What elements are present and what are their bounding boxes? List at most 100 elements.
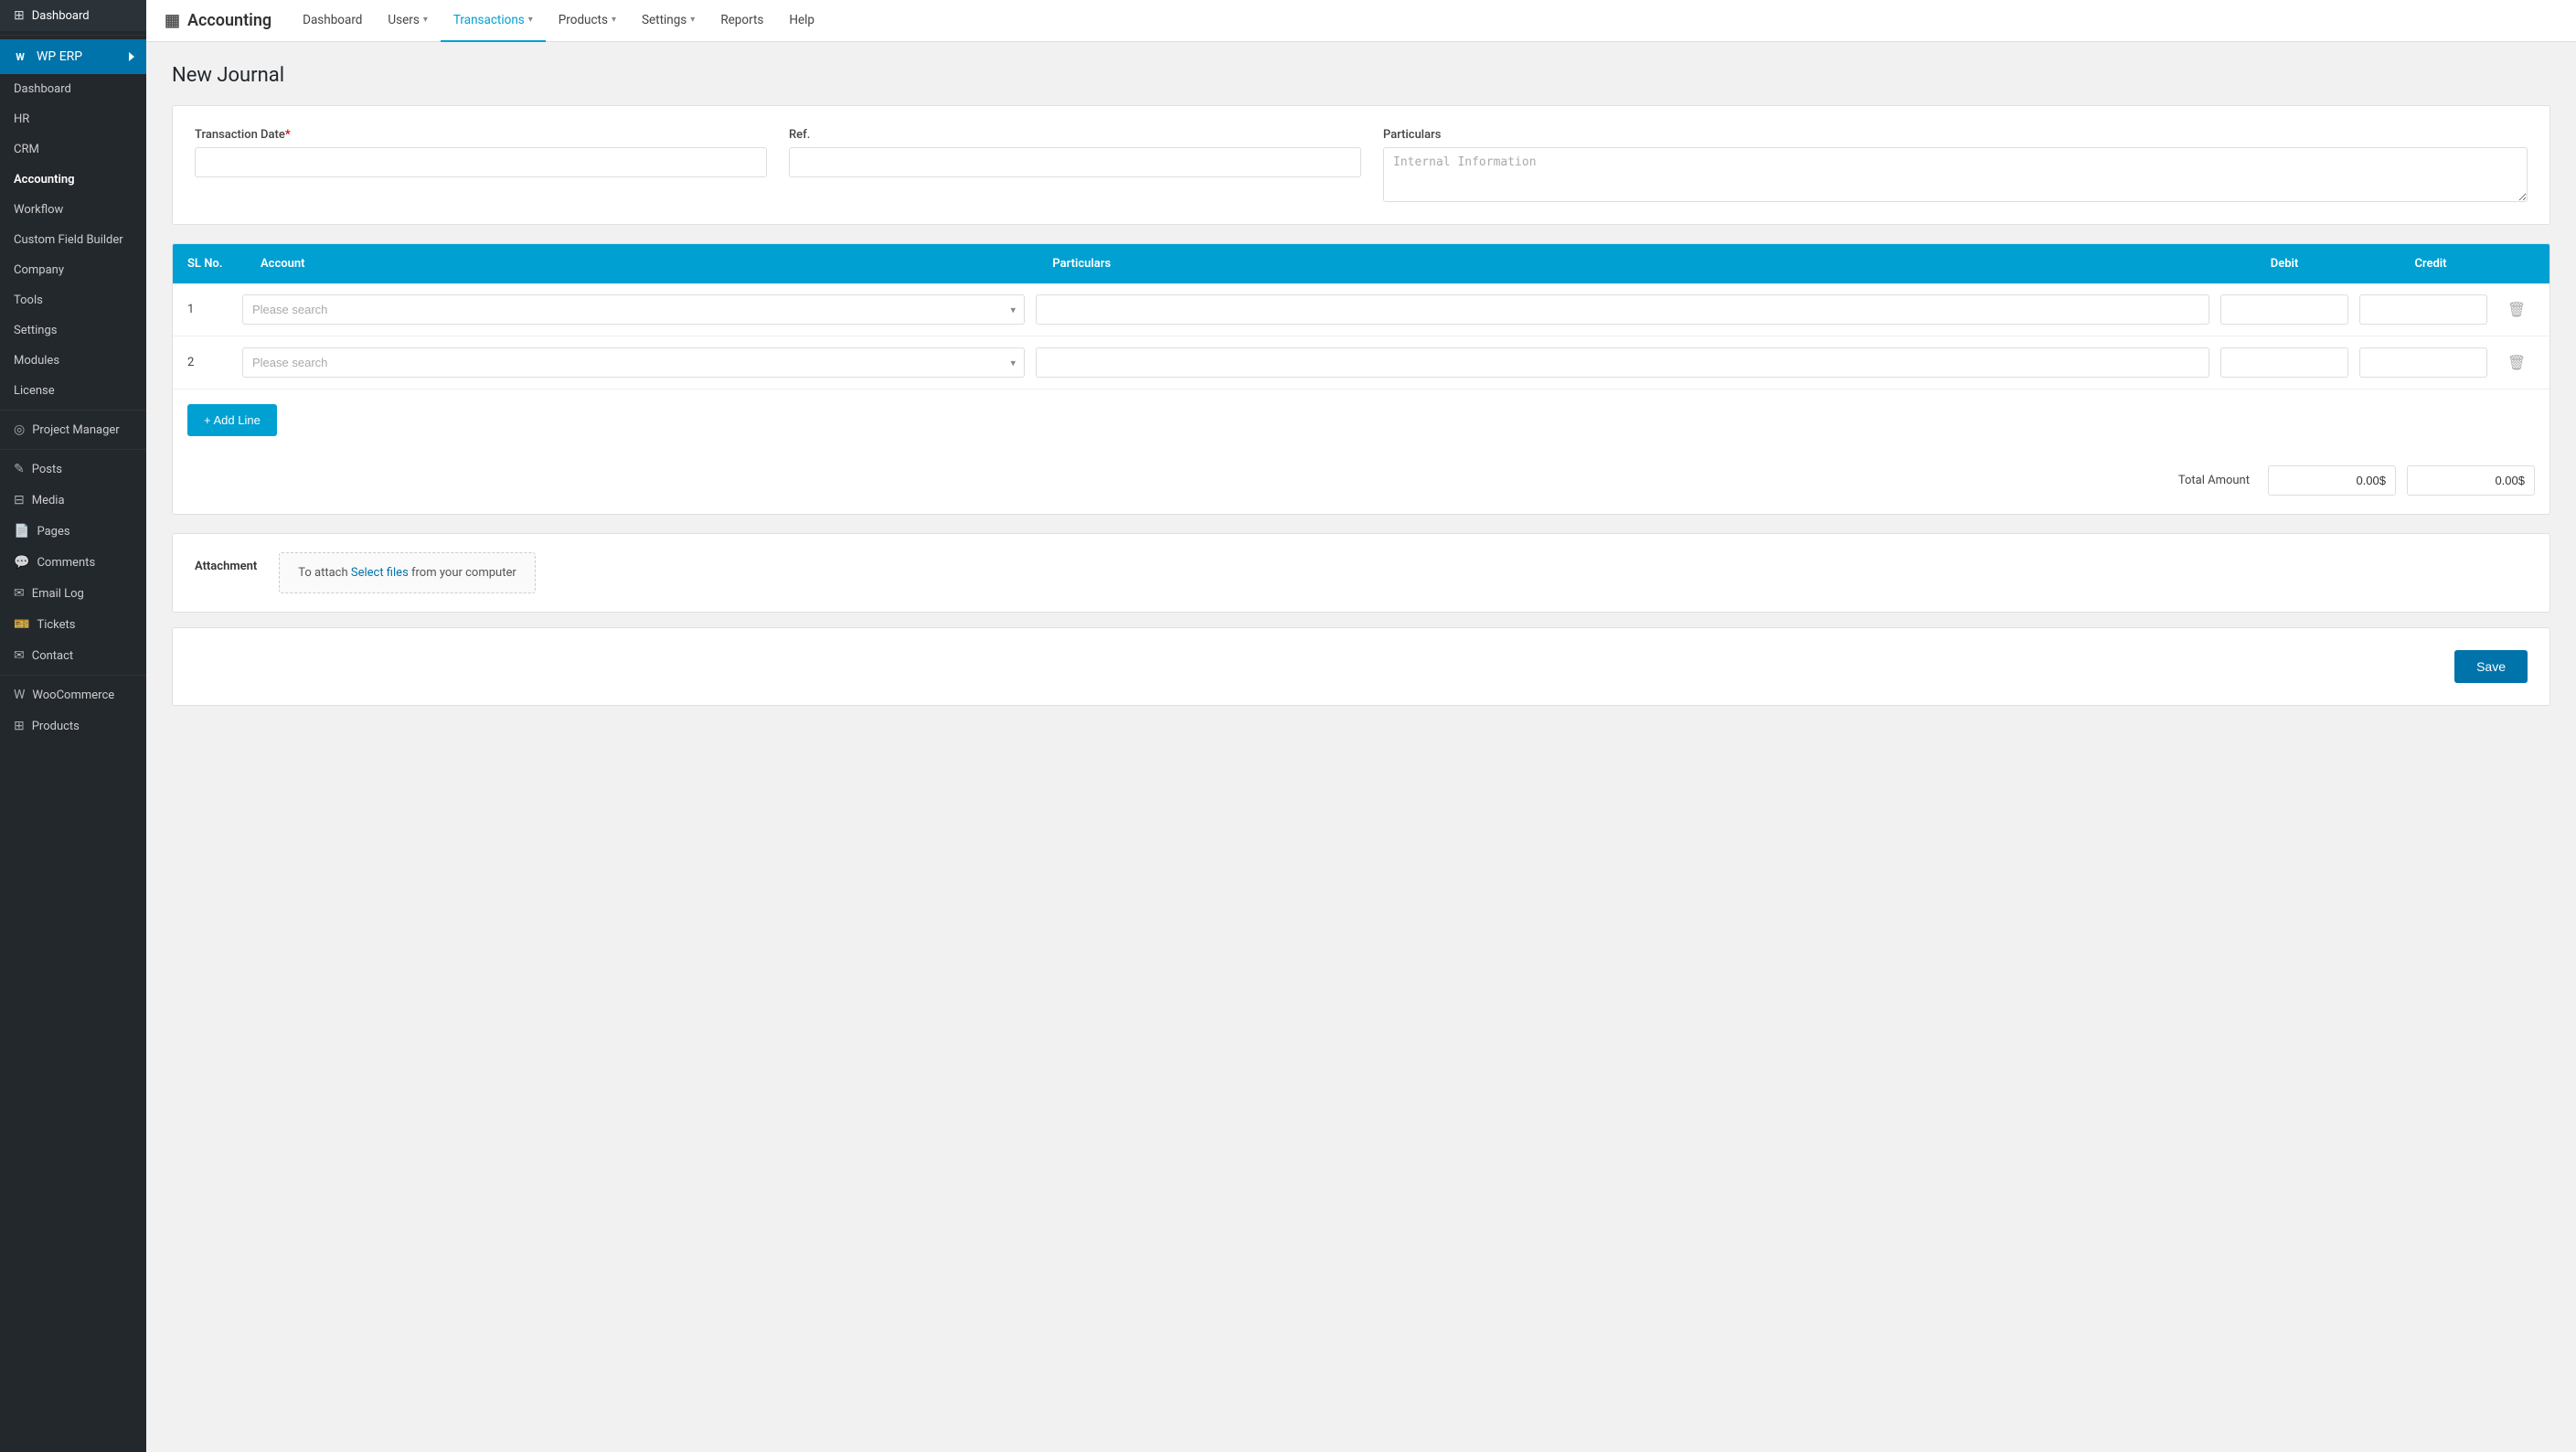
sidebar-item-contact[interactable]: ✉ Contact [0,640,146,671]
topnav-item-reports[interactable]: Reports [708,0,776,42]
contact-icon: ✉ [14,648,25,663]
row2-debit-input[interactable] [2220,347,2348,378]
topnav-products-label: Products [559,13,608,27]
topnav-brand: ▦ Accounting [165,11,271,30]
form-fields-row: Transaction Date* Ref. Particulars [195,128,2528,202]
sidebar-divider-bottom [0,675,146,676]
table-row: 1 Please search ▾ [173,283,2549,336]
select-files-link[interactable]: Select files [351,566,409,580]
sidebar-divider-mid [0,410,146,411]
add-line-container: + Add Line [173,390,2549,451]
sidebar-item-products[interactable]: ⊞ Products [0,710,146,742]
sidebar-item-license-label: License [14,384,55,398]
row1-action: 🗑 [2498,297,2535,323]
row2-account-select-wrapper: Please search ▾ [242,347,1025,378]
sidebar-item-media[interactable]: ⊟ Media [0,485,146,516]
sidebar-item-modules[interactable]: Modules [0,346,146,376]
topnav-item-help[interactable]: Help [776,0,827,42]
journal-table-header: SL No. Account Particulars Debit Credit [173,244,2549,283]
topnav-item-settings[interactable]: Settings ▾ [629,0,708,42]
sidebar-item-custom-field-builder[interactable]: Custom Field Builder [0,225,146,255]
topnav-dashboard-label: Dashboard [303,13,362,27]
settings-chevron-icon: ▾ [690,15,695,25]
sidebar-item-crm-label: CRM [14,143,39,156]
page-title: New Journal [172,64,2550,87]
posts-icon: ✎ [14,462,25,476]
row2-debit [2220,347,2348,378]
row2-particulars-input[interactable] [1036,347,2209,378]
topnav-reports-label: Reports [720,13,763,27]
sidebar-divider-pm [0,449,146,450]
sidebar-item-accounting[interactable]: Accounting [0,165,146,195]
ref-input[interactable] [789,147,1361,177]
dashboard-top-icon: ⊞ [14,8,25,23]
sidebar-item-comments[interactable]: 💬 Comments [0,547,146,578]
particulars-label: Particulars [1383,128,2528,142]
sidebar-item-hr[interactable]: HR [0,104,146,134]
page-content: New Journal Transaction Date* Ref. Parti… [146,42,2576,1452]
sidebar-item-pm-label: Project Manager [32,423,119,437]
row2-particulars [1036,347,2209,378]
tickets-icon: 🎫 [14,617,29,632]
products-chevron-icon: ▾ [612,15,616,25]
topnav-brand-label: Accounting [187,11,271,30]
add-line-button[interactable]: + Add Line [187,404,277,436]
sidebar-item-dashboard[interactable]: Dashboard [0,74,146,104]
sidebar-item-tickets-label: Tickets [37,618,75,632]
wperp-logo-label: WP ERP [37,49,82,64]
sidebar-item-posts[interactable]: ✎ Posts [0,454,146,485]
table-row: 2 Please search ▾ [173,336,2549,390]
header-slno: SL No. [173,244,246,283]
row1-slno: 1 [187,303,231,316]
media-icon: ⊟ [14,493,25,507]
sidebar-item-crm[interactable]: CRM [0,134,146,165]
row1-debit-input[interactable] [2220,294,2348,325]
row2-account: Please search ▾ [242,347,1025,378]
sidebar-item-settings[interactable]: Settings [0,315,146,346]
attachment-text-after: from your computer [409,566,516,580]
sidebar-item-project-manager[interactable]: ◎ Project Manager [0,414,146,445]
sidebar-item-pages[interactable]: 📄 Pages [0,516,146,547]
topnav-item-users[interactable]: Users ▾ [375,0,440,42]
sidebar-item-company[interactable]: Company [0,255,146,285]
sidebar-item-hr-label: HR [14,112,29,126]
row2-slno: 2 [187,356,231,369]
total-credit-display [2407,465,2535,496]
wperp-arrow-icon [129,52,139,61]
row2-credit [2359,347,2487,378]
attachment-text-before: To attach [298,566,351,580]
topnav-item-products[interactable]: Products ▾ [546,0,629,42]
attachment-card: Attachment To attach Select files from y… [172,533,2550,613]
row1-account-select[interactable]: Please search [242,294,1025,325]
transaction-date-label: Transaction Date* [195,128,767,142]
topnav-item-transactions[interactable]: Transactions ▾ [441,0,546,42]
sidebar-item-workflow[interactable]: Workflow [0,195,146,225]
sidebar-wperp-item[interactable]: W WP ERP [0,39,146,74]
header-particulars: Particulars [1038,244,2211,283]
wperp-logo-icon: W [11,48,29,66]
transaction-date-input[interactable] [195,147,767,177]
sidebar-item-company-label: Company [14,263,64,277]
row2-account-select[interactable]: Please search [242,347,1025,378]
row1-particulars-input[interactable] [1036,294,2209,325]
sidebar-item-tickets[interactable]: 🎫 Tickets [0,609,146,640]
particulars-textarea[interactable] [1383,147,2528,202]
woocommerce-icon: W [14,688,25,702]
transactions-chevron-icon: ▾ [528,15,533,25]
save-button[interactable]: Save [2454,650,2528,683]
sidebar-item-tools[interactable]: Tools [0,285,146,315]
row2-credit-input[interactable] [2359,347,2487,378]
row1-delete-button[interactable]: 🗑 [2504,297,2529,323]
sidebar-item-email-label: Email Log [32,587,84,601]
sidebar-item-contact-label: Contact [32,649,73,663]
totals-row: Total Amount [173,451,2549,514]
row1-credit-input[interactable] [2359,294,2487,325]
sidebar-item-dashboard-top[interactable]: ⊞ Dashboard [0,0,146,31]
journal-lines-card: SL No. Account Particulars Debit Credit … [172,243,2550,515]
row2-delete-button[interactable]: 🗑 [2504,350,2529,376]
topnav-item-dashboard[interactable]: Dashboard [290,0,375,42]
sidebar-item-license[interactable]: License [0,376,146,406]
total-amount-label: Total Amount [2178,474,2250,487]
sidebar-item-woocommerce[interactable]: W WooCommerce [0,679,146,710]
sidebar-item-email-log[interactable]: ✉ Email Log [0,578,146,609]
